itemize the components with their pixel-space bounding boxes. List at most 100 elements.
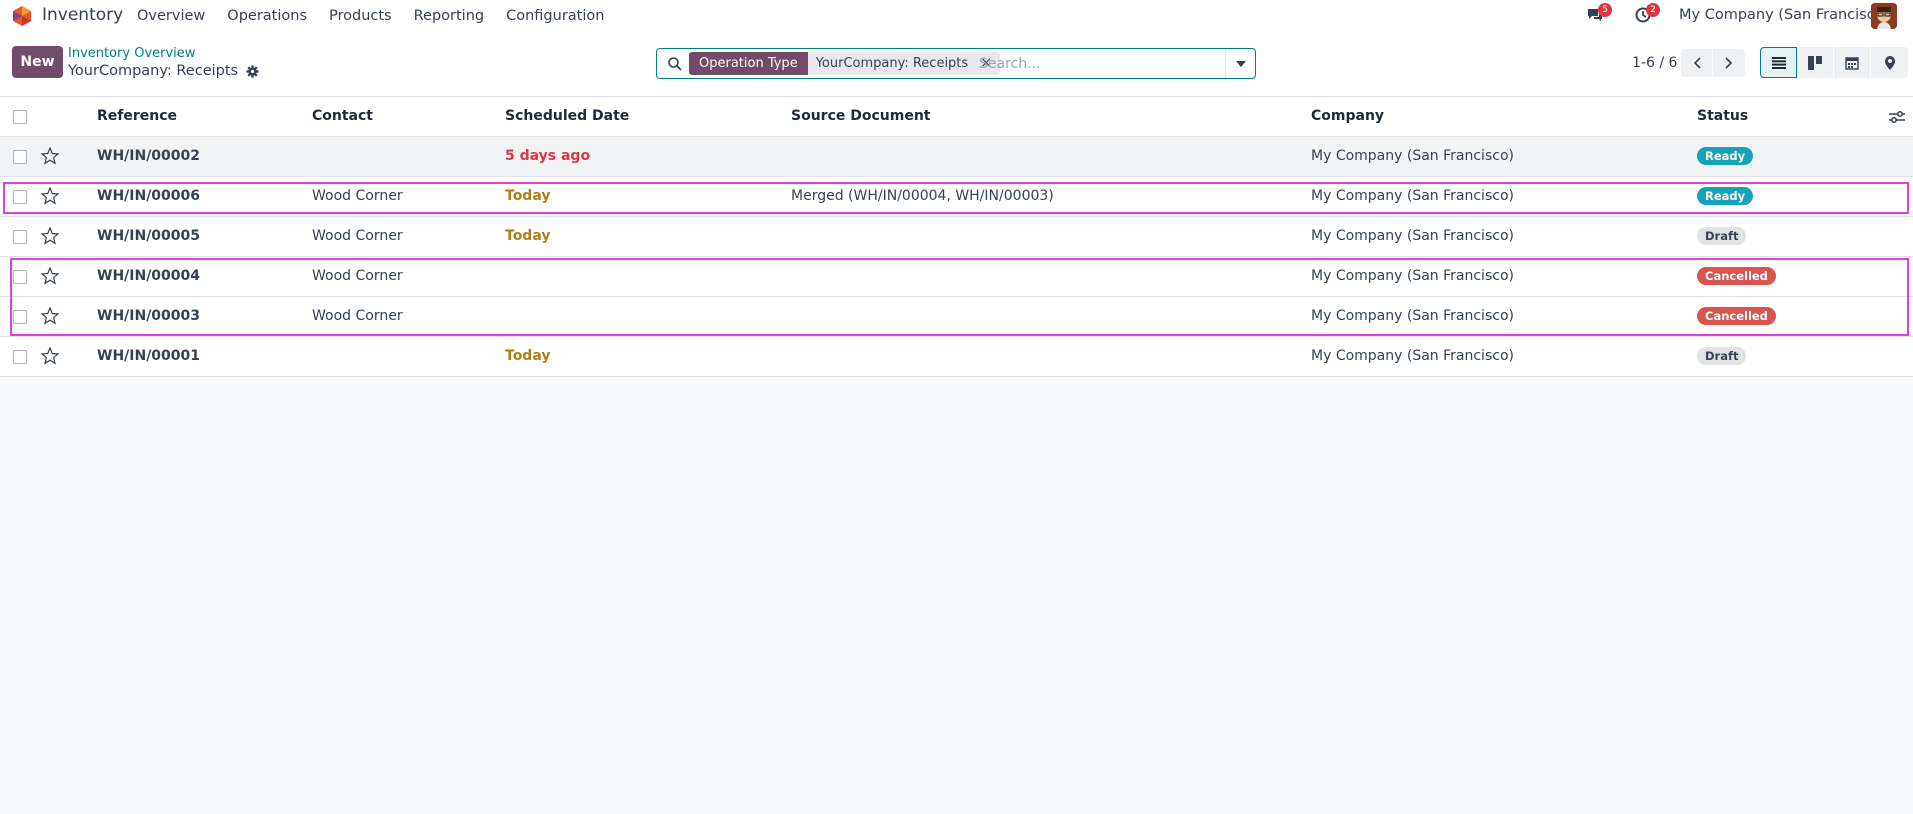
chevron-right-icon	[1725, 57, 1733, 69]
header-status[interactable]: Status	[1697, 108, 1748, 124]
table-header: Reference Contact Scheduled Date Source …	[0, 97, 1913, 137]
search-options-toggle[interactable]	[1225, 49, 1255, 78]
gear-icon[interactable]	[246, 64, 259, 78]
status-badge: Ready	[1697, 187, 1754, 205]
table-row[interactable]: WH/IN/00002 5 days ago My Company (San F…	[0, 137, 1913, 177]
row-checkbox[interactable]	[13, 230, 27, 244]
caret-down-icon	[1235, 60, 1246, 67]
row-contact: Wood Corner	[312, 228, 403, 244]
search-icon[interactable]	[667, 56, 683, 72]
list-view-button[interactable]	[1760, 47, 1797, 78]
company-switcher[interactable]: My Company (San Francisco)	[1679, 7, 1889, 23]
pager-previous-button[interactable]	[1681, 49, 1713, 77]
row-contact: Wood Corner	[312, 308, 403, 324]
facet-value-label: YourCompany: Receipts	[815, 56, 969, 71]
list-icon	[1771, 56, 1786, 69]
row-reference: WH/IN/00003	[97, 308, 201, 324]
chevron-left-icon	[1693, 57, 1701, 69]
row-checkbox[interactable]	[13, 150, 27, 164]
header-company[interactable]: Company	[1311, 108, 1384, 124]
app-logo-icon[interactable]	[11, 5, 33, 27]
row-scheduled-date: 5 days ago	[505, 148, 591, 164]
row-source-document: Merged (WH/IN/00004, WH/IN/00003)	[791, 188, 1054, 204]
pager-next-button[interactable]	[1713, 49, 1745, 77]
app-name[interactable]: Inventory	[42, 5, 123, 25]
row-reference: WH/IN/00004	[97, 268, 201, 284]
map-pin-icon	[1884, 55, 1895, 70]
user-avatar[interactable]	[1871, 3, 1897, 29]
row-reference: WH/IN/00005	[97, 228, 201, 244]
search-bar: Operation Type YourCompany: Receipts ×	[656, 48, 1256, 79]
status-badge: Ready	[1697, 147, 1754, 165]
row-scheduled-date: Today	[505, 228, 551, 244]
menu-configuration[interactable]: Configuration	[495, 8, 615, 24]
star-icon[interactable]	[41, 267, 59, 285]
activities-button[interactable]: 2	[1634, 3, 1660, 26]
menu-products[interactable]: Products	[318, 8, 403, 24]
header-reference[interactable]: Reference	[97, 108, 177, 124]
row-company: My Company (San Francisco)	[1311, 348, 1514, 364]
star-icon[interactable]	[41, 307, 59, 325]
main-menu: Overview Operations Products Reporting C…	[126, 0, 615, 32]
search-facet: Operation Type YourCompany: Receipts ×	[689, 52, 1000, 75]
row-company: My Company (San Francisco)	[1311, 148, 1514, 164]
status-badge: Cancelled	[1697, 267, 1776, 285]
row-company: My Company (San Francisco)	[1311, 228, 1514, 244]
row-checkbox[interactable]	[13, 310, 27, 324]
row-reference: WH/IN/00001	[97, 348, 201, 364]
table-row[interactable]: WH/IN/00005 Wood Corner Today My Company…	[0, 217, 1913, 257]
row-checkbox[interactable]	[13, 350, 27, 364]
status-badge: Cancelled	[1697, 307, 1776, 325]
row-company: My Company (San Francisco)	[1311, 308, 1514, 324]
star-icon[interactable]	[41, 187, 59, 205]
table-row[interactable]: WH/IN/00006 Wood Corner Today Merged (WH…	[0, 177, 1913, 217]
menu-reporting[interactable]: Reporting	[403, 8, 496, 24]
star-icon[interactable]	[41, 347, 59, 365]
calendar-view-button[interactable]	[1834, 47, 1871, 78]
pager-value[interactable]: 1-6 / 6	[1632, 55, 1677, 71]
row-checkbox[interactable]	[13, 190, 27, 204]
activities-badge: 2	[1646, 3, 1660, 17]
page-title-text: YourCompany: Receipts	[68, 63, 239, 79]
row-scheduled-date: Today	[505, 348, 551, 364]
table-row[interactable]: WH/IN/00004 Wood Corner My Company (San …	[0, 257, 1913, 297]
row-contact: Wood Corner	[312, 188, 403, 204]
control-panel: New Inventory Overview YourCompany: Rece…	[0, 32, 1913, 97]
receipts-table: Reference Contact Scheduled Date Source …	[0, 97, 1913, 377]
page-title: YourCompany: Receipts	[68, 63, 259, 79]
avatar-image-icon	[1871, 3, 1897, 29]
menu-overview[interactable]: Overview	[126, 8, 216, 24]
search-input[interactable]	[979, 53, 1209, 75]
row-reference: WH/IN/00002	[97, 148, 201, 164]
star-icon[interactable]	[41, 147, 59, 165]
header-contact[interactable]: Contact	[312, 108, 373, 124]
header-source-document[interactable]: Source Document	[791, 108, 931, 124]
menu-operations[interactable]: Operations	[216, 8, 318, 24]
status-badge: Draft	[1697, 227, 1747, 245]
table-row[interactable]: WH/IN/00003 Wood Corner My Company (San …	[0, 297, 1913, 337]
map-view-button[interactable]	[1871, 47, 1908, 78]
messages-button[interactable]: 5	[1586, 3, 1612, 26]
row-reference: WH/IN/00006	[97, 188, 201, 204]
star-icon[interactable]	[41, 227, 59, 245]
row-checkbox[interactable]	[13, 270, 27, 284]
status-badge: Draft	[1697, 347, 1747, 365]
new-button[interactable]: New	[12, 46, 63, 78]
kanban-view-button[interactable]	[1797, 47, 1834, 78]
facet-value: YourCompany: Receipts ×	[807, 52, 1000, 75]
row-scheduled-date: Today	[505, 188, 551, 204]
calendar-icon	[1845, 56, 1859, 70]
row-company: My Company (San Francisco)	[1311, 188, 1514, 204]
view-switcher	[1760, 47, 1908, 78]
optional-columns-icon[interactable]	[1889, 110, 1905, 124]
messages-badge: 5	[1598, 3, 1612, 17]
kanban-icon	[1808, 55, 1822, 70]
breadcrumb-inventory-overview[interactable]: Inventory Overview	[68, 46, 195, 61]
pager-buttons	[1681, 49, 1745, 77]
header-scheduled-date[interactable]: Scheduled Date	[505, 108, 629, 124]
row-contact: Wood Corner	[312, 268, 403, 284]
facet-type-label: Operation Type	[689, 52, 808, 75]
row-company: My Company (San Francisco)	[1311, 268, 1514, 284]
select-all-checkbox[interactable]	[13, 110, 27, 124]
table-row[interactable]: WH/IN/00001 Today My Company (San Franci…	[0, 337, 1913, 377]
